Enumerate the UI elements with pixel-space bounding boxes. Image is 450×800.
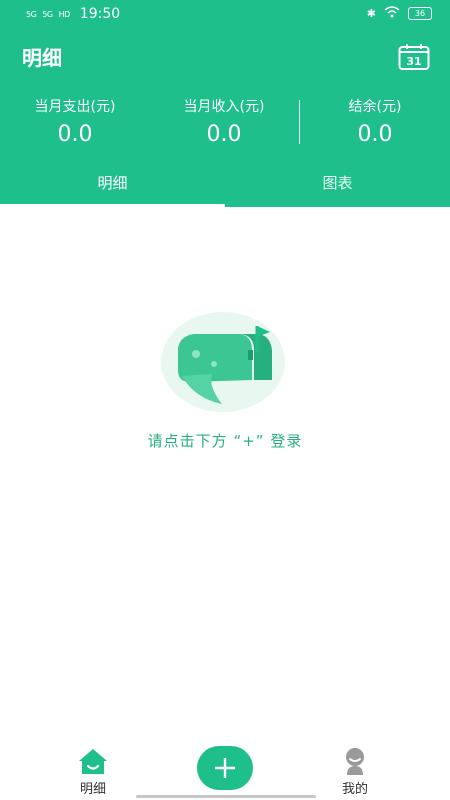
balance: 结余(元) 0.0 xyxy=(330,96,420,147)
mailbox-illustration-icon xyxy=(160,310,290,414)
calendar-icon: 31 xyxy=(398,44,430,70)
balance-label: 结余(元) xyxy=(348,99,402,115)
nav-details-label: 明细 xyxy=(79,782,106,797)
empty-state: 请点击下方 “+” 登录 xyxy=(0,310,450,451)
bluetooth-icon: ✱ xyxy=(366,7,376,20)
status-bar: 5G 5G HD 19:50 ✱ 36 xyxy=(0,0,450,28)
page-title: 明细 xyxy=(22,46,62,70)
calendar-day: 31 xyxy=(406,55,421,68)
tab-indicator xyxy=(0,204,225,207)
nav-mine-label: 我的 xyxy=(341,782,368,797)
tab-bar: 明细 图表 xyxy=(0,170,450,207)
tab-details[interactable]: 明细 xyxy=(0,170,225,207)
bottom-nav: 明细 我的 xyxy=(0,740,450,800)
nav-mine[interactable]: 我的 xyxy=(315,746,395,797)
status-time: 19:50 xyxy=(79,6,121,22)
empty-message: 请点击下方 “+” 登录 xyxy=(147,432,303,450)
hd-icon: HD xyxy=(58,9,71,19)
expense-label: 当月支出(元) xyxy=(34,99,116,115)
monthly-expense: 当月支出(元) 0.0 xyxy=(20,96,130,147)
income-value: 0.0 xyxy=(206,122,242,147)
plus-icon xyxy=(215,758,235,778)
income-label: 当月收入(元) xyxy=(183,99,265,115)
calendar-button[interactable]: 31 xyxy=(398,43,430,71)
balance-value: 0.0 xyxy=(357,122,393,147)
home-icon xyxy=(77,746,109,776)
wifi-icon xyxy=(384,6,400,21)
battery-icon: 36 xyxy=(408,7,432,20)
add-button[interactable] xyxy=(197,746,253,790)
stats-divider xyxy=(299,100,300,144)
header: 5G 5G HD 19:50 ✱ 36 明细 31 当月支出(元) 0.0 当月… xyxy=(0,0,450,207)
signal-strength-icon-2: 5G xyxy=(42,9,53,19)
signal-strength-icon: 5G xyxy=(26,9,37,19)
tab-chart[interactable]: 图表 xyxy=(225,170,450,207)
profile-icon xyxy=(339,746,371,776)
nav-details[interactable]: 明细 xyxy=(53,746,133,797)
expense-value: 0.0 xyxy=(57,122,93,147)
monthly-income: 当月收入(元) 0.0 xyxy=(169,96,279,147)
home-indicator xyxy=(136,795,316,798)
